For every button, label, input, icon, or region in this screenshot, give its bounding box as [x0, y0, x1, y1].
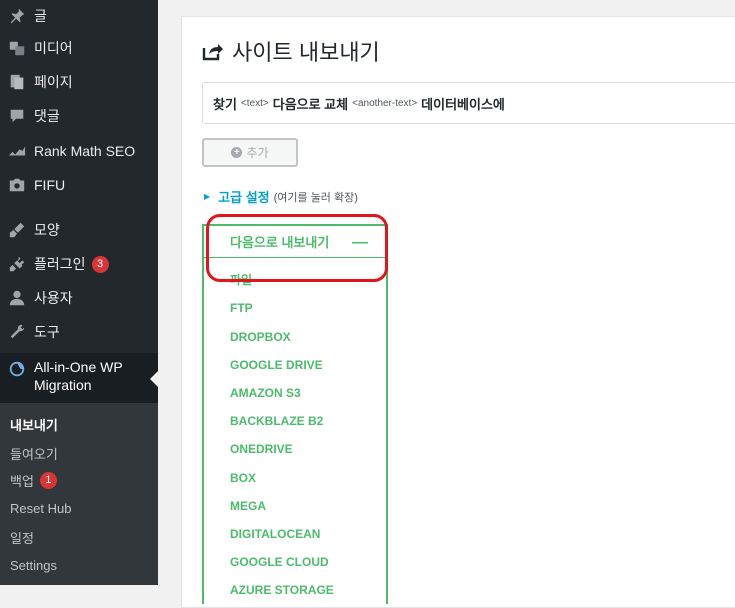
export-option-box[interactable]: BOX [230, 471, 256, 485]
sidebar-item-appearance[interactable]: 모양 [0, 214, 158, 246]
sidebar-item-label: 플러그인 [34, 256, 86, 272]
export-option-onedrive[interactable]: ONEDRIVE [230, 442, 293, 456]
sidebar-item-label: 사용자 [34, 290, 73, 306]
migration-icon [6, 358, 28, 380]
export-option-ftp[interactable]: FTP [230, 301, 253, 315]
submenu-item-settings[interactable]: Settings [10, 558, 57, 573]
sidebar-active-label-line2: Migration [34, 377, 92, 393]
sidebar-item-users[interactable]: 사용자 [0, 282, 158, 314]
submenu-item-import[interactable]: 들여오기 [10, 444, 58, 463]
find-replace-bar[interactable]: 찾기 <text> 다음으로 교체 <another-text> 데이터베이스에 [202, 82, 735, 124]
media-icon [6, 37, 28, 59]
submenu-item-schedule[interactable]: 일정 [10, 528, 34, 547]
rank-math-icon [6, 140, 28, 162]
find-text-field[interactable]: <text> [241, 98, 269, 109]
sidebar-item-label: 도구 [34, 324, 60, 340]
backups-count-badge: 1 [39, 472, 57, 489]
plugins-update-badge: 3 [91, 255, 109, 273]
find-label: 찾기 [213, 96, 237, 112]
plus-circle-icon: + [231, 147, 243, 158]
export-option-google-cloud[interactable]: GOOGLE CLOUD [230, 555, 329, 569]
plugins-icon [6, 253, 28, 275]
sidebar-item-label: FIFU [34, 177, 66, 193]
advanced-settings-label: 고급 설정 [218, 190, 270, 205]
active-menu-arrow [150, 371, 158, 387]
submenu-item-backups[interactable]: 백업 1 [10, 471, 57, 490]
replace-text-field[interactable]: <another-text> [352, 98, 417, 109]
export-option-azure-storage[interactable]: AZURE STORAGE [230, 583, 334, 597]
add-button[interactable]: + 추가 [202, 138, 298, 167]
sidebar-item-posts[interactable]: 글 [0, 0, 158, 32]
sidebar-item-label: 댓글 [34, 108, 60, 124]
caret-right-icon: ▶ [204, 192, 211, 201]
export-option-google-drive[interactable]: GOOGLE DRIVE [230, 358, 323, 372]
sidebar-item-label: Rank Math SEO [34, 143, 136, 159]
submenu-item-label: 백업 [10, 474, 34, 489]
in-database-label: 데이터베이스에 [421, 96, 505, 112]
add-button-label: 추가 [246, 146, 269, 160]
sidebar-item-comments[interactable]: 댓글 [0, 100, 158, 132]
export-option-mega[interactable]: MEGA [230, 499, 266, 513]
export-option-file[interactable]: 파일 [230, 271, 252, 288]
sidebar-item-plugins[interactable]: 플러그인 3 [0, 248, 158, 280]
submenu-item-reset-hub[interactable]: Reset Hub [10, 501, 71, 516]
sidebar-active-label-line1: All-in-One WP [34, 359, 123, 375]
export-to-button[interactable]: 다음으로 내보내기 — [204, 226, 386, 258]
sidebar-item-label: 글 [34, 8, 47, 24]
export-share-icon [202, 44, 223, 61]
replace-with-label: 다음으로 교체 [272, 96, 349, 112]
minus-icon: — [352, 234, 368, 251]
page-title: 사이트 내보내기 [202, 35, 380, 67]
sidebar-item-media[interactable]: 미디어 [0, 32, 158, 64]
users-icon [6, 287, 28, 309]
advanced-settings-toggle[interactable]: ▶ 고급 설정 (여기를 눌러 확장) [204, 187, 358, 206]
export-option-digitalocean[interactable]: DIGITALOCEAN [230, 527, 320, 541]
export-option-backblaze-b2[interactable]: BACKBLAZE B2 [230, 414, 323, 428]
export-to-dropdown: 다음으로 내보내기 — 파일 FTP DROPBOX GOOGLE DRIVE … [202, 224, 388, 604]
advanced-settings-hint: (여기를 눌러 확장) [273, 191, 358, 204]
sidebar-item-fifu[interactable]: FIFU [0, 169, 158, 201]
export-to-label: 다음으로 내보내기 [230, 235, 330, 250]
appearance-icon [6, 219, 28, 241]
sidebar-item-tools[interactable]: 도구 [0, 316, 158, 348]
tools-icon [6, 321, 28, 343]
page-title-text: 사이트 내보내기 [232, 40, 380, 65]
sidebar-active-label: All-in-One WP Migration [34, 358, 123, 394]
pushpin-icon [6, 5, 28, 27]
sidebar-item-rank-math[interactable]: Rank Math SEO [0, 135, 158, 167]
admin-sidebar: 글 미디어 페이지 댓글 Rank Math SEO FIFU 모양 플러그인 … [0, 0, 158, 585]
sidebar-item-pages[interactable]: 페이지 [0, 66, 158, 98]
comments-icon [6, 105, 28, 127]
sidebar-item-all-in-one-wp-migration[interactable]: All-in-One WP Migration [0, 353, 158, 403]
camera-icon [6, 174, 28, 196]
submenu-item-export[interactable]: 내보내기 [10, 415, 58, 434]
export-option-amazon-s3[interactable]: AMAZON S3 [230, 386, 301, 400]
export-panel: 사이트 내보내기 찾기 <text> 다음으로 교체 <another-text… [181, 16, 735, 608]
sidebar-item-label: 모양 [34, 222, 60, 238]
sidebar-item-label: 페이지 [34, 74, 73, 90]
sidebar-submenu: 내보내기 들여오기 백업 1 Reset Hub 일정 Settings [0, 403, 158, 585]
export-option-dropbox[interactable]: DROPBOX [230, 330, 291, 344]
pages-icon [6, 71, 28, 93]
sidebar-item-label: 미디어 [34, 40, 73, 56]
